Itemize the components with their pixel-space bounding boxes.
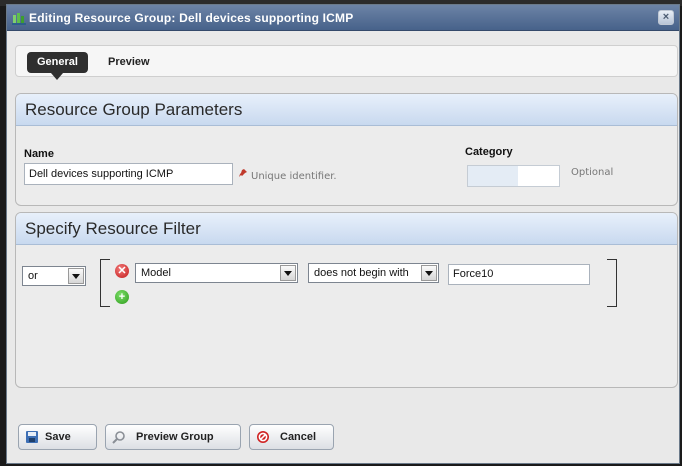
filter-condition-value: does not begin with [314, 267, 409, 279]
tab-bar: General Preview [15, 45, 678, 80]
filter-condition-select[interactable]: does not begin with [308, 263, 439, 283]
filter-operator-select[interactable]: or [22, 266, 86, 286]
filter-heading: Specify Resource Filter [16, 213, 677, 245]
chevron-down-icon [421, 265, 437, 281]
filter-field-select[interactable]: Model [135, 263, 298, 283]
chevron-down-icon [68, 268, 84, 284]
save-button[interactable]: Save [18, 424, 97, 450]
filter-field-value: Model [141, 267, 171, 279]
resource-group-parameters-panel: Resource Group Parameters Name Dell devi… [15, 93, 678, 206]
cancel-icon [257, 431, 269, 443]
required-pin-icon [239, 169, 247, 177]
name-label: Name [24, 148, 54, 160]
resource-group-icon [12, 13, 26, 25]
parameters-heading: Resource Group Parameters [16, 94, 677, 126]
preview-group-label: Preview Group [136, 431, 214, 443]
rule-bracket-right [607, 259, 617, 307]
tab-preview[interactable]: Preview [98, 52, 160, 73]
rule-bracket-left [100, 259, 110, 307]
tab-general[interactable]: General [27, 52, 88, 80]
resource-filter-panel: Specify Resource Filter or ✕ + Model doe… [15, 212, 678, 388]
chevron-down-icon [280, 265, 296, 281]
dialog-title: Editing Resource Group: Dell devices sup… [29, 11, 354, 25]
category-field[interactable] [467, 165, 560, 187]
category-label: Category [465, 146, 513, 158]
filter-operator-value: or [28, 270, 38, 282]
preview-group-button[interactable]: Preview Group [105, 424, 241, 450]
save-button-label: Save [45, 431, 71, 443]
close-icon[interactable]: × [658, 10, 674, 25]
save-disk-icon [26, 431, 38, 443]
magnifier-icon [112, 431, 125, 444]
name-hint: Unique identifier. [251, 171, 337, 182]
remove-rule-icon[interactable]: ✕ [115, 264, 129, 278]
category-hint: Optional [571, 167, 614, 178]
filter-value-field[interactable]: Force10 [448, 264, 590, 285]
cancel-button[interactable]: Cancel [249, 424, 334, 450]
edit-resource-group-dialog: Editing Resource Group: Dell devices sup… [6, 4, 680, 464]
add-rule-icon[interactable]: + [115, 290, 129, 304]
cancel-button-label: Cancel [280, 431, 317, 443]
dialog-titlebar[interactable]: Editing Resource Group: Dell devices sup… [7, 5, 679, 31]
name-field[interactable]: Dell devices supporting ICMP [24, 163, 233, 185]
